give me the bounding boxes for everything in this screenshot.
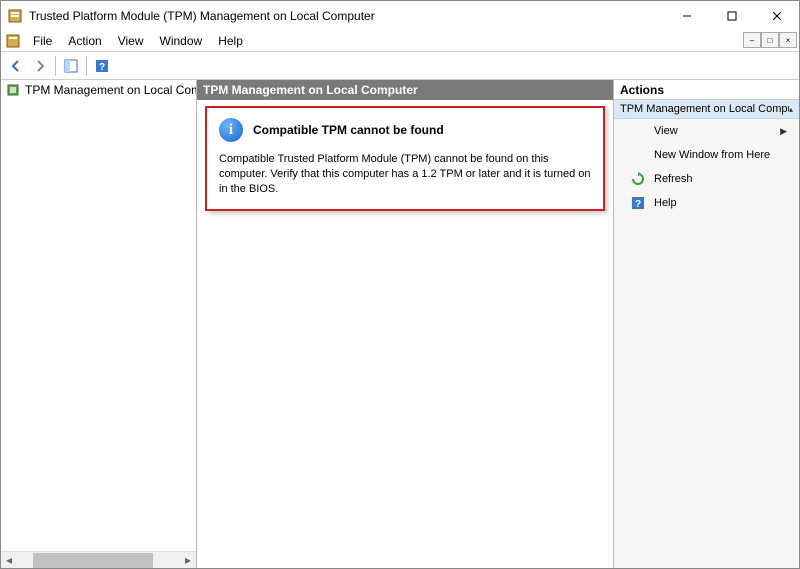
content-pane: TPM Management on Local Computer i Compa…	[197, 80, 613, 568]
tpm-not-found-box: i Compatible TPM cannot be found Compati…	[205, 106, 605, 211]
svg-text:?: ?	[99, 62, 105, 73]
toolbar: ?	[1, 52, 799, 80]
menu-view[interactable]: View	[110, 32, 152, 50]
minimize-button[interactable]	[664, 1, 709, 31]
help-button[interactable]: ?	[91, 55, 113, 77]
tree-horizontal-scrollbar[interactable]: ◂ ▸	[1, 551, 196, 568]
menu-bar: File Action View Window Help ‒ □ ×	[1, 31, 799, 52]
action-view-label: View	[654, 125, 678, 137]
tree-pane: TPM Management on Local Comp ◂ ▸	[1, 80, 197, 568]
chevron-right-icon: ▶	[780, 126, 791, 137]
toolbar-separator	[86, 56, 87, 76]
maximize-button[interactable]	[709, 1, 754, 31]
actions-group-label: TPM Management on Local Computer	[620, 103, 789, 115]
mdi-close-button[interactable]: ×	[779, 32, 797, 48]
info-text: Compatible Trusted Platform Module (TPM)…	[219, 152, 591, 197]
tpm-icon	[5, 82, 21, 98]
info-icon: i	[219, 118, 243, 142]
scroll-left-arrow[interactable]: ◂	[1, 552, 17, 569]
mmc-icon	[5, 33, 21, 49]
content-body: i Compatible TPM cannot be found Compati…	[197, 100, 613, 568]
scroll-right-arrow[interactable]: ▸	[180, 552, 196, 569]
toolbar-separator	[55, 56, 56, 76]
tree-root-item[interactable]: TPM Management on Local Comp	[1, 80, 196, 100]
app-icon	[7, 8, 23, 24]
window-title: Trusted Platform Module (TPM) Management…	[29, 9, 375, 23]
title-bar: Trusted Platform Module (TPM) Management…	[1, 1, 799, 31]
action-new-window[interactable]: New Window from Here	[614, 143, 799, 167]
collapse-icon: ▴	[789, 105, 793, 114]
info-title: Compatible TPM cannot be found	[253, 123, 444, 137]
menu-file[interactable]: File	[25, 32, 60, 50]
blank-icon	[630, 123, 646, 139]
show-hide-tree-button[interactable]	[60, 55, 82, 77]
action-help-label: Help	[654, 197, 677, 209]
forward-button[interactable]	[29, 55, 51, 77]
main-area: TPM Management on Local Comp ◂ ▸ TPM Man…	[1, 80, 799, 568]
actions-group-header[interactable]: TPM Management on Local Computer ▴	[614, 100, 799, 119]
action-new-window-label: New Window from Here	[654, 149, 770, 161]
back-button[interactable]	[5, 55, 27, 77]
svg-text:?: ?	[635, 199, 641, 210]
content-header: TPM Management on Local Computer	[197, 80, 613, 100]
close-button[interactable]	[754, 1, 799, 31]
blank-icon	[630, 147, 646, 163]
actions-pane: Actions TPM Management on Local Computer…	[613, 80, 799, 568]
mdi-restore-button[interactable]: □	[761, 32, 779, 48]
scroll-thumb[interactable]	[33, 553, 153, 568]
action-refresh[interactable]: Refresh	[614, 167, 799, 191]
actions-header: Actions	[614, 80, 799, 100]
mdi-minimize-button[interactable]: ‒	[743, 32, 761, 48]
help-icon: ?	[630, 195, 646, 211]
menu-window[interactable]: Window	[152, 32, 211, 50]
menu-help[interactable]: Help	[210, 32, 251, 50]
action-view[interactable]: View ▶	[614, 119, 799, 143]
menu-action[interactable]: Action	[60, 32, 109, 50]
action-refresh-label: Refresh	[654, 173, 693, 185]
refresh-icon	[630, 171, 646, 187]
tree-root-label: TPM Management on Local Comp	[25, 83, 196, 97]
action-help[interactable]: ? Help	[614, 191, 799, 215]
